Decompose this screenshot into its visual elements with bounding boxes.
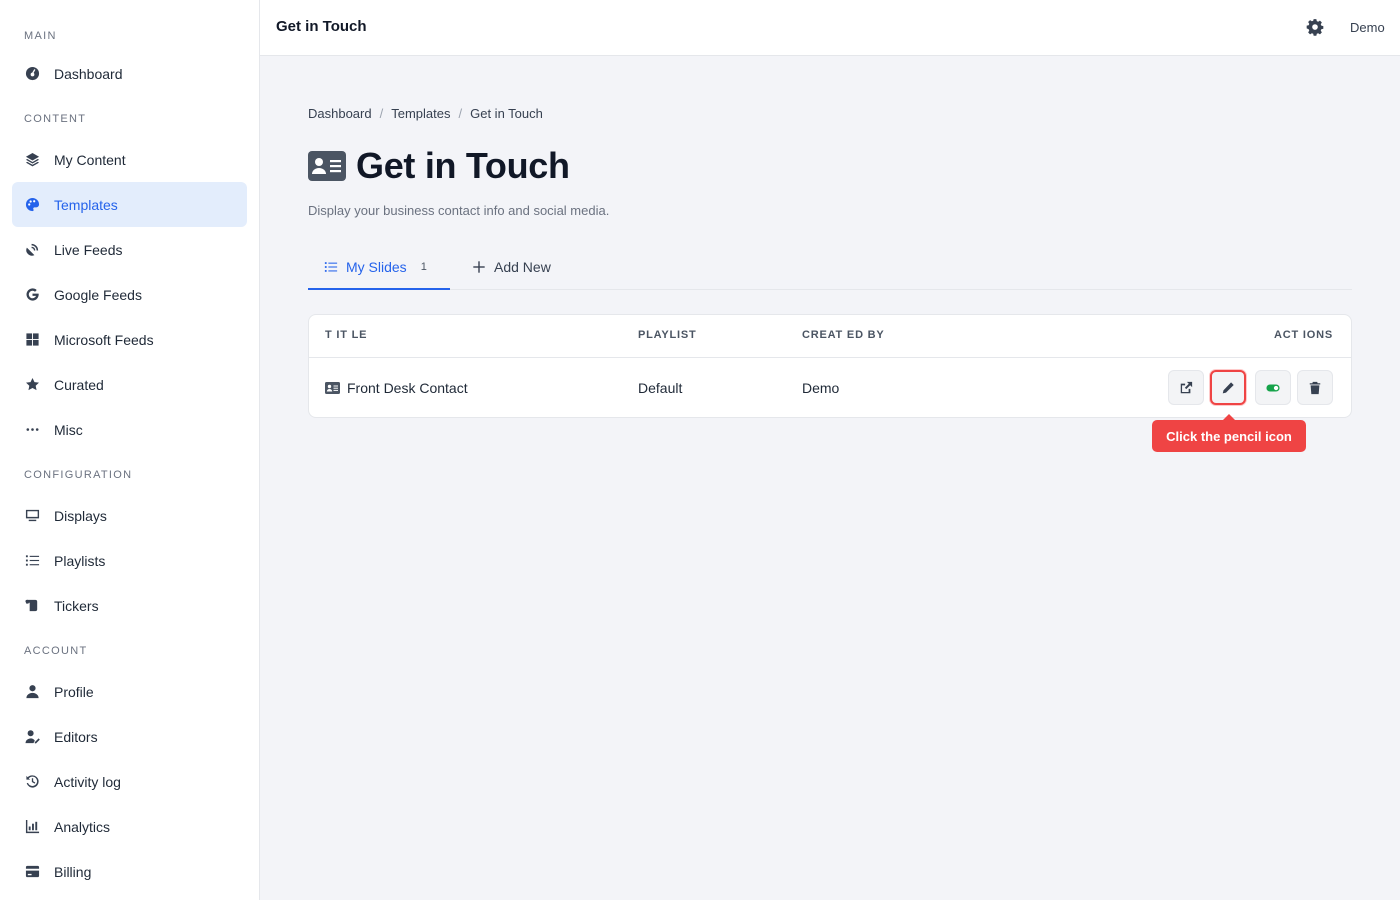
sidebar-item-label: Live Feeds (54, 241, 123, 258)
sidebar-item-label: Billing (54, 863, 92, 880)
sidebar-item-label: Displays (54, 507, 107, 524)
section-title-content: CONTENT (24, 113, 87, 125)
sidebar-item-profile[interactable]: Profile (12, 669, 247, 714)
sidebar-item-label: Analytics (54, 818, 111, 835)
sidebar-item-curated[interactable]: Curated (12, 362, 247, 407)
sidebar: MAIN Dashboard CONTENT My Content Templa… (0, 0, 260, 900)
slides-table: T IT LE PLAYLIST CREAT ED BY ACT IONS Fr… (308, 314, 1352, 418)
slide-created-by: Demo (802, 380, 840, 396)
section-title-account: ACCOUNT (24, 645, 88, 657)
open-external-button[interactable] (1168, 370, 1204, 405)
list-icon (324, 261, 338, 272)
column-header-actions: ACT IONS (1274, 329, 1333, 341)
ellipsis-icon (24, 422, 40, 438)
sidebar-item-misc[interactable]: Misc (12, 407, 247, 452)
windows-icon (24, 332, 40, 348)
edit-button[interactable] (1210, 370, 1246, 405)
sidebar-item-live-feeds[interactable]: Live Feeds (12, 227, 247, 272)
visibility-toggle[interactable] (1255, 370, 1291, 405)
slide-title-cell[interactable]: Front Desk Contact (325, 380, 468, 396)
breadcrumb-current: Get in Touch (470, 106, 543, 121)
topbar-title: Get in Touch (276, 18, 367, 35)
sidebar-item-label: Profile (54, 683, 94, 700)
tab-label: Add New (494, 259, 551, 275)
sidebar-item-label: Microsoft Feeds (54, 331, 154, 348)
delete-button[interactable] (1297, 370, 1333, 405)
topbar: Get in Touch Demo (260, 0, 1400, 56)
sidebar-item-displays[interactable]: Displays (12, 493, 247, 538)
layers-icon (24, 152, 40, 168)
column-header-title: T IT LE (325, 329, 368, 341)
gauge-icon (24, 66, 40, 82)
breadcrumb-templates[interactable]: Templates (391, 106, 450, 121)
sidebar-item-google-feeds[interactable]: Google Feeds (12, 272, 247, 317)
page-subtitle: Display your business contact info and s… (308, 203, 610, 218)
sidebar-item-activity-log[interactable]: Activity log (12, 759, 247, 804)
sidebar-item-label: Templates (54, 196, 118, 213)
contact-card-icon (308, 151, 346, 181)
sidebar-item-label: Editors (54, 728, 98, 745)
sidebar-item-dashboard[interactable]: Dashboard (12, 51, 247, 96)
sidebar-item-billing[interactable]: Billing (12, 849, 247, 894)
history-icon (24, 774, 40, 790)
table-row: Front Desk Contact Default Demo (309, 358, 1351, 418)
star-icon (24, 377, 40, 393)
hint-tooltip: Click the pencil icon (1152, 414, 1306, 452)
sidebar-item-label: Tickers (54, 597, 99, 614)
sidebar-item-templates[interactable]: Templates (12, 182, 247, 227)
sidebar-item-label: Google Feeds (54, 286, 142, 303)
user-menu[interactable]: Demo (1350, 20, 1385, 35)
palette-icon (24, 197, 40, 213)
chart-icon (24, 819, 40, 835)
sidebar-item-label: Activity log (54, 773, 121, 790)
google-icon (24, 287, 40, 303)
contact-card-icon (325, 382, 340, 394)
tabs: My Slides 1 Add New (308, 245, 1352, 290)
sidebar-item-label: Misc (54, 421, 83, 438)
sidebar-item-label: Playlists (54, 552, 106, 569)
trash-icon (1309, 381, 1321, 394)
tab-label: My Slides (346, 258, 407, 275)
section-title-configuration: CONFIGURATION (24, 469, 133, 481)
breadcrumb: Dashboard / Templates / Get in Touch (308, 106, 543, 121)
tab-count-badge: 1 (420, 260, 427, 273)
sidebar-item-label: Dashboard (54, 65, 123, 82)
breadcrumb-separator: / (458, 106, 463, 121)
toggle-on-icon (1266, 384, 1280, 391)
satellite-dish-icon (24, 242, 40, 258)
credit-card-icon (24, 864, 40, 880)
tab-add-new[interactable]: Add New (472, 245, 551, 289)
sidebar-item-microsoft-feeds[interactable]: Microsoft Feeds (12, 317, 247, 362)
plus-icon (473, 261, 485, 273)
slide-playlist: Default (638, 380, 683, 396)
user-icon (24, 684, 40, 700)
breadcrumb-separator: / (379, 106, 384, 121)
sidebar-item-tickers[interactable]: Tickers (12, 583, 247, 628)
section-title-main: MAIN (24, 30, 57, 42)
pencil-icon (1222, 381, 1234, 393)
user-pen-icon (24, 729, 40, 745)
slide-title: Front Desk Contact (347, 380, 468, 396)
column-header-playlist: PLAYLIST (638, 329, 697, 341)
page-header: Get in Touch (308, 145, 570, 187)
sidebar-item-analytics[interactable]: Analytics (12, 804, 247, 849)
sidebar-item-label: Curated (54, 376, 104, 393)
scroll-icon (24, 598, 40, 614)
list-icon (24, 553, 40, 569)
sidebar-item-editors[interactable]: Editors (12, 714, 247, 759)
gear-icon[interactable] (1306, 18, 1326, 38)
tab-my-slides[interactable]: My Slides 1 (308, 245, 450, 290)
monitor-icon (24, 508, 40, 524)
column-header-created-by: CREAT ED BY (802, 329, 885, 341)
page-title: Get in Touch (356, 145, 570, 186)
breadcrumb-dashboard[interactable]: Dashboard (308, 106, 372, 121)
sidebar-item-playlists[interactable]: Playlists (12, 538, 247, 583)
sidebar-item-my-content[interactable]: My Content (12, 137, 247, 182)
external-link-icon (1180, 381, 1193, 393)
sidebar-item-label: My Content (54, 151, 126, 168)
